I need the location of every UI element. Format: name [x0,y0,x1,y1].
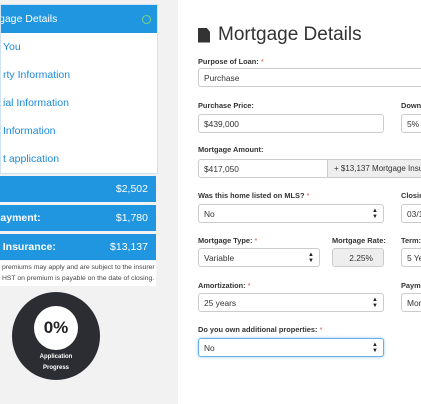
summary-value: $1,780 [115,212,148,224]
addon-text: + $13,137 Mortgage Insu [334,164,421,173]
purchase-price-label: Purchase Price: [198,101,254,110]
summary-label: e Insurance: [0,241,56,253]
nav-item-property-information[interactable]: rty Information [1,61,157,89]
nav-item-label: rty Information [3,69,71,81]
field-value: 25 years [204,297,237,308]
select-caret-icon: ▲ ▼ [372,207,378,220]
field-value: No [204,342,215,353]
additional-properties-label: Do you own additional properties: * [198,325,322,334]
nav-item-information[interactable]: Information [1,117,157,145]
term-select[interactable]: 5 Ye [401,248,421,267]
down-payment-label: Down [401,101,421,110]
amortization-label: Amortization: * [198,281,251,290]
field-value: $439,000 [204,118,239,129]
down-payment-input[interactable]: 5% [401,114,421,133]
additional-properties-select[interactable]: No ▲ ▼ [198,338,384,357]
mortgage-amount-label: Mortgage Amount: [198,145,264,154]
summary-label: payment: [0,212,41,224]
nav-item-label: t application [3,153,60,165]
mortgage-type-label: Mortgage Type: * [198,236,257,245]
summary-value: $13,137 [110,241,148,253]
field-value: 5% [407,118,420,129]
mortgage-type-select[interactable]: Variable ▲ ▼ [198,248,320,267]
application-progress: 0% Application Progress [12,292,100,380]
required-mark: * [247,281,251,290]
summary-value: $2,502 [115,183,148,195]
progress-caption: Application [39,354,73,360]
term-label: Term: [401,236,421,245]
payment-frequency-select[interactable]: Mon [401,293,421,312]
field-value: Mon [407,297,421,308]
summary-row-insurance: e Insurance: $13,137 [0,234,156,260]
field-value: $417,050 [204,163,239,174]
mls-label: Was this home listed on MLS? * [198,191,309,200]
label-text: Amortization: [198,281,246,290]
progress-caption: Progress [42,365,69,371]
label-text: Was this home listed on MLS? [198,191,305,200]
required-mark: * [319,325,323,334]
purpose-field[interactable]: Purchase [198,68,421,87]
mortgage-form: Mortgage Details Purpose of Loan: * Purc… [178,0,421,404]
page-title-text: Mortgage Details [218,24,362,45]
select-caret-icon: ▲ ▼ [308,251,314,264]
select-caret-icon: ▲ ▼ [372,296,378,309]
field-value: 5 Ye [407,252,421,263]
summary-row-total: $2,502 [0,176,156,202]
note-line: HST on premium is payable on the date of… [2,275,155,282]
check-circle-icon [142,14,151,24]
field-value: Purchase [204,72,240,83]
document-icon [198,27,210,43]
step-nav: gage Details You rty Information ial Inf… [0,4,158,174]
mls-select[interactable]: No ▲ ▼ [198,204,384,223]
mortgage-insurance-addon: + $13,137 Mortgage Insu [327,159,421,178]
sidebar: gage Details You rty Information ial Inf… [0,0,160,404]
label-text: Mortgage Type: [198,236,253,245]
nav-item-label: ial Information [3,97,69,109]
label-text: Do you own additional properties: [198,325,318,334]
insurance-note: premiums may apply and are subject to th… [0,261,156,286]
closing-date-label: Closin [401,191,421,200]
nav-item-financial-information[interactable]: ial Information [1,89,157,117]
field-value: 2.25% [349,252,373,263]
purpose-label: Purpose of Loan: * [198,57,264,66]
page-title: Mortgage Details [198,24,362,46]
progress-percent: 0% [34,306,78,350]
note-line: premiums may apply and are subject to th… [2,264,155,271]
nav-item-about-you[interactable]: You [1,33,157,61]
select-caret-icon: ▲ ▼ [372,341,378,354]
field-value: No [204,208,215,219]
mortgage-rate-label: Mortgage Rate: [332,236,386,245]
nav-item-label: You [3,41,21,53]
nav-item-mortgage-details[interactable]: gage Details [1,5,157,33]
label-text: Purpose of Loan: [198,57,259,66]
closing-date-input[interactable]: 03/1 [401,204,421,223]
required-mark: * [254,236,258,245]
nav-item-label: gage Details [1,13,58,25]
amortization-select[interactable]: 25 years ▲ ▼ [198,293,384,312]
nav-item-submit-application[interactable]: t application [1,145,157,173]
required-mark: * [260,57,264,66]
required-mark: * [306,191,310,200]
payment-summary: $2,502 payment: $1,780 e Insurance: $13,… [0,176,156,263]
field-value: 03/1 [407,208,421,219]
payment-frequency-label: Payme [401,281,421,290]
nav-item-label: Information [3,125,56,137]
purchase-price-input[interactable]: $439,000 [198,114,384,133]
field-value: Variable [204,252,235,263]
mortgage-rate-field: 2.25% [332,248,384,267]
summary-row-payment: payment: $1,780 [0,205,156,231]
mortgage-amount-input[interactable]: $417,050 [198,159,328,178]
